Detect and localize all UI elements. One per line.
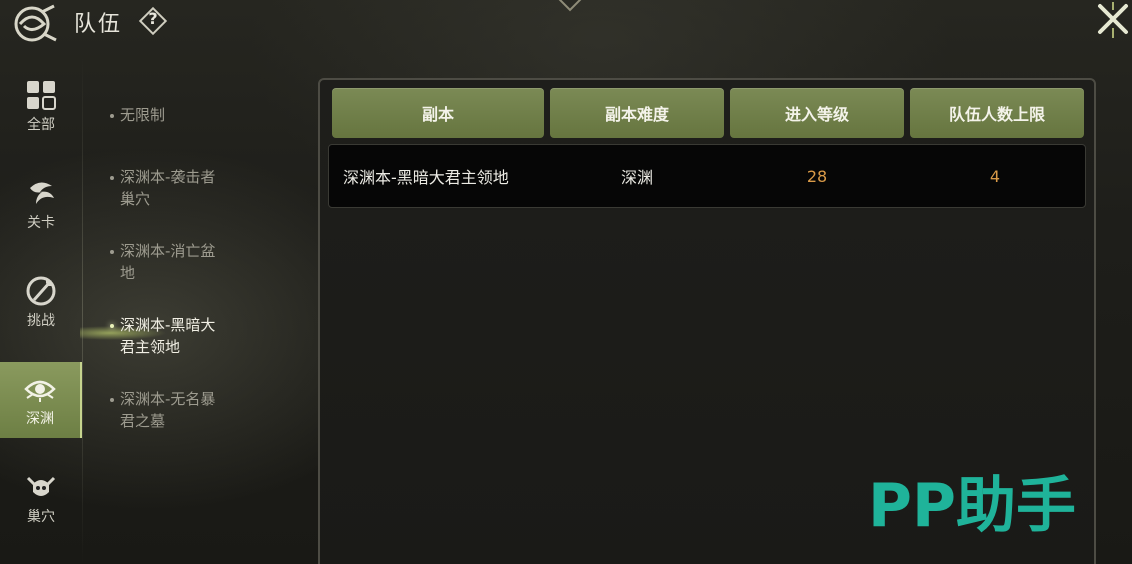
rail-item-all[interactable]: 全部 (0, 68, 82, 144)
rail-item-label: 挑战 (27, 313, 55, 329)
watermark-logo: PP助手 (868, 471, 1076, 538)
column-header-difficulty[interactable]: 副本难度 (550, 88, 724, 138)
rail-item-label: 深渊 (26, 411, 54, 427)
cell-dungeon: 深渊本-黑暗大君主领地 (343, 168, 509, 187)
page-title: 队伍 (74, 12, 123, 37)
list-item[interactable]: 深渊本-袭击者 巢穴 (110, 166, 260, 210)
list-item-label-line2: 地 (120, 264, 136, 282)
dungeon-list: 无限制 深渊本-袭击者 巢穴 深渊本-消亡盆 地 深渊本-黑暗大 君主领地 深渊… (108, 90, 298, 550)
top-bar: 队伍 ? (0, 0, 1132, 44)
list-item-selected[interactable]: 深渊本-黑暗大 君主领地 (110, 314, 260, 358)
list-item-label-line2: 君之墓 (120, 412, 166, 430)
list-item-label: 深渊本-无名暴 (120, 390, 216, 408)
table-row[interactable]: 深渊本-黑暗大君主领地 深渊 28 4 (328, 144, 1086, 208)
rail-item-stage[interactable]: 关卡 (0, 166, 82, 242)
rail-item-lair[interactable]: 巢穴 (0, 460, 82, 536)
cell-level: 28 (806, 166, 828, 186)
category-rail: 全部 关卡 挑战 深渊 巢穴 (0, 60, 82, 564)
list-item[interactable]: 深渊本-消亡盆 地 (110, 240, 260, 284)
demon-skull-icon (26, 476, 56, 496)
top-ornament-icon (558, 0, 582, 12)
list-item-label: 深渊本-黑暗大 (120, 316, 216, 334)
swirl-icon (30, 182, 54, 204)
column-header-max-members[interactable]: 队伍人数上限 (910, 88, 1084, 138)
question-mark-icon: ? (148, 9, 158, 28)
list-item-label: 深渊本-消亡盆 (120, 242, 216, 260)
column-header-level[interactable]: 进入等级 (730, 88, 904, 138)
rail-item-label: 全部 (27, 117, 55, 133)
list-item[interactable]: 无限制 (110, 104, 260, 126)
close-button[interactable] (1092, 0, 1132, 40)
rail-item-abyss[interactable]: 深渊 (0, 362, 82, 438)
eye-icon (24, 380, 56, 402)
rail-item-label: 关卡 (27, 215, 55, 231)
sword-icon (26, 276, 56, 306)
rail-divider (82, 56, 83, 564)
list-item-label-line2: 巢穴 (120, 190, 151, 208)
watermark-text: PP助手 (868, 471, 1076, 538)
list-item[interactable]: 深渊本-无名暴 君之墓 (110, 388, 260, 432)
cell-max-members: 4 (989, 166, 1001, 186)
list-item-label: 深渊本-袭击者 (120, 168, 216, 186)
grid-icon (27, 81, 56, 110)
help-button[interactable]: ? (138, 6, 168, 36)
list-item-label: 无限制 (120, 106, 166, 124)
column-header-dungeon[interactable]: 副本 (332, 88, 544, 138)
rail-item-challenge[interactable]: 挑战 (0, 264, 82, 340)
list-item-label-line2: 君主领地 (120, 338, 181, 356)
cell-difficulty: 深渊 (620, 168, 653, 187)
team-emblem-icon (14, 4, 57, 42)
rail-item-label: 巢穴 (27, 509, 55, 525)
